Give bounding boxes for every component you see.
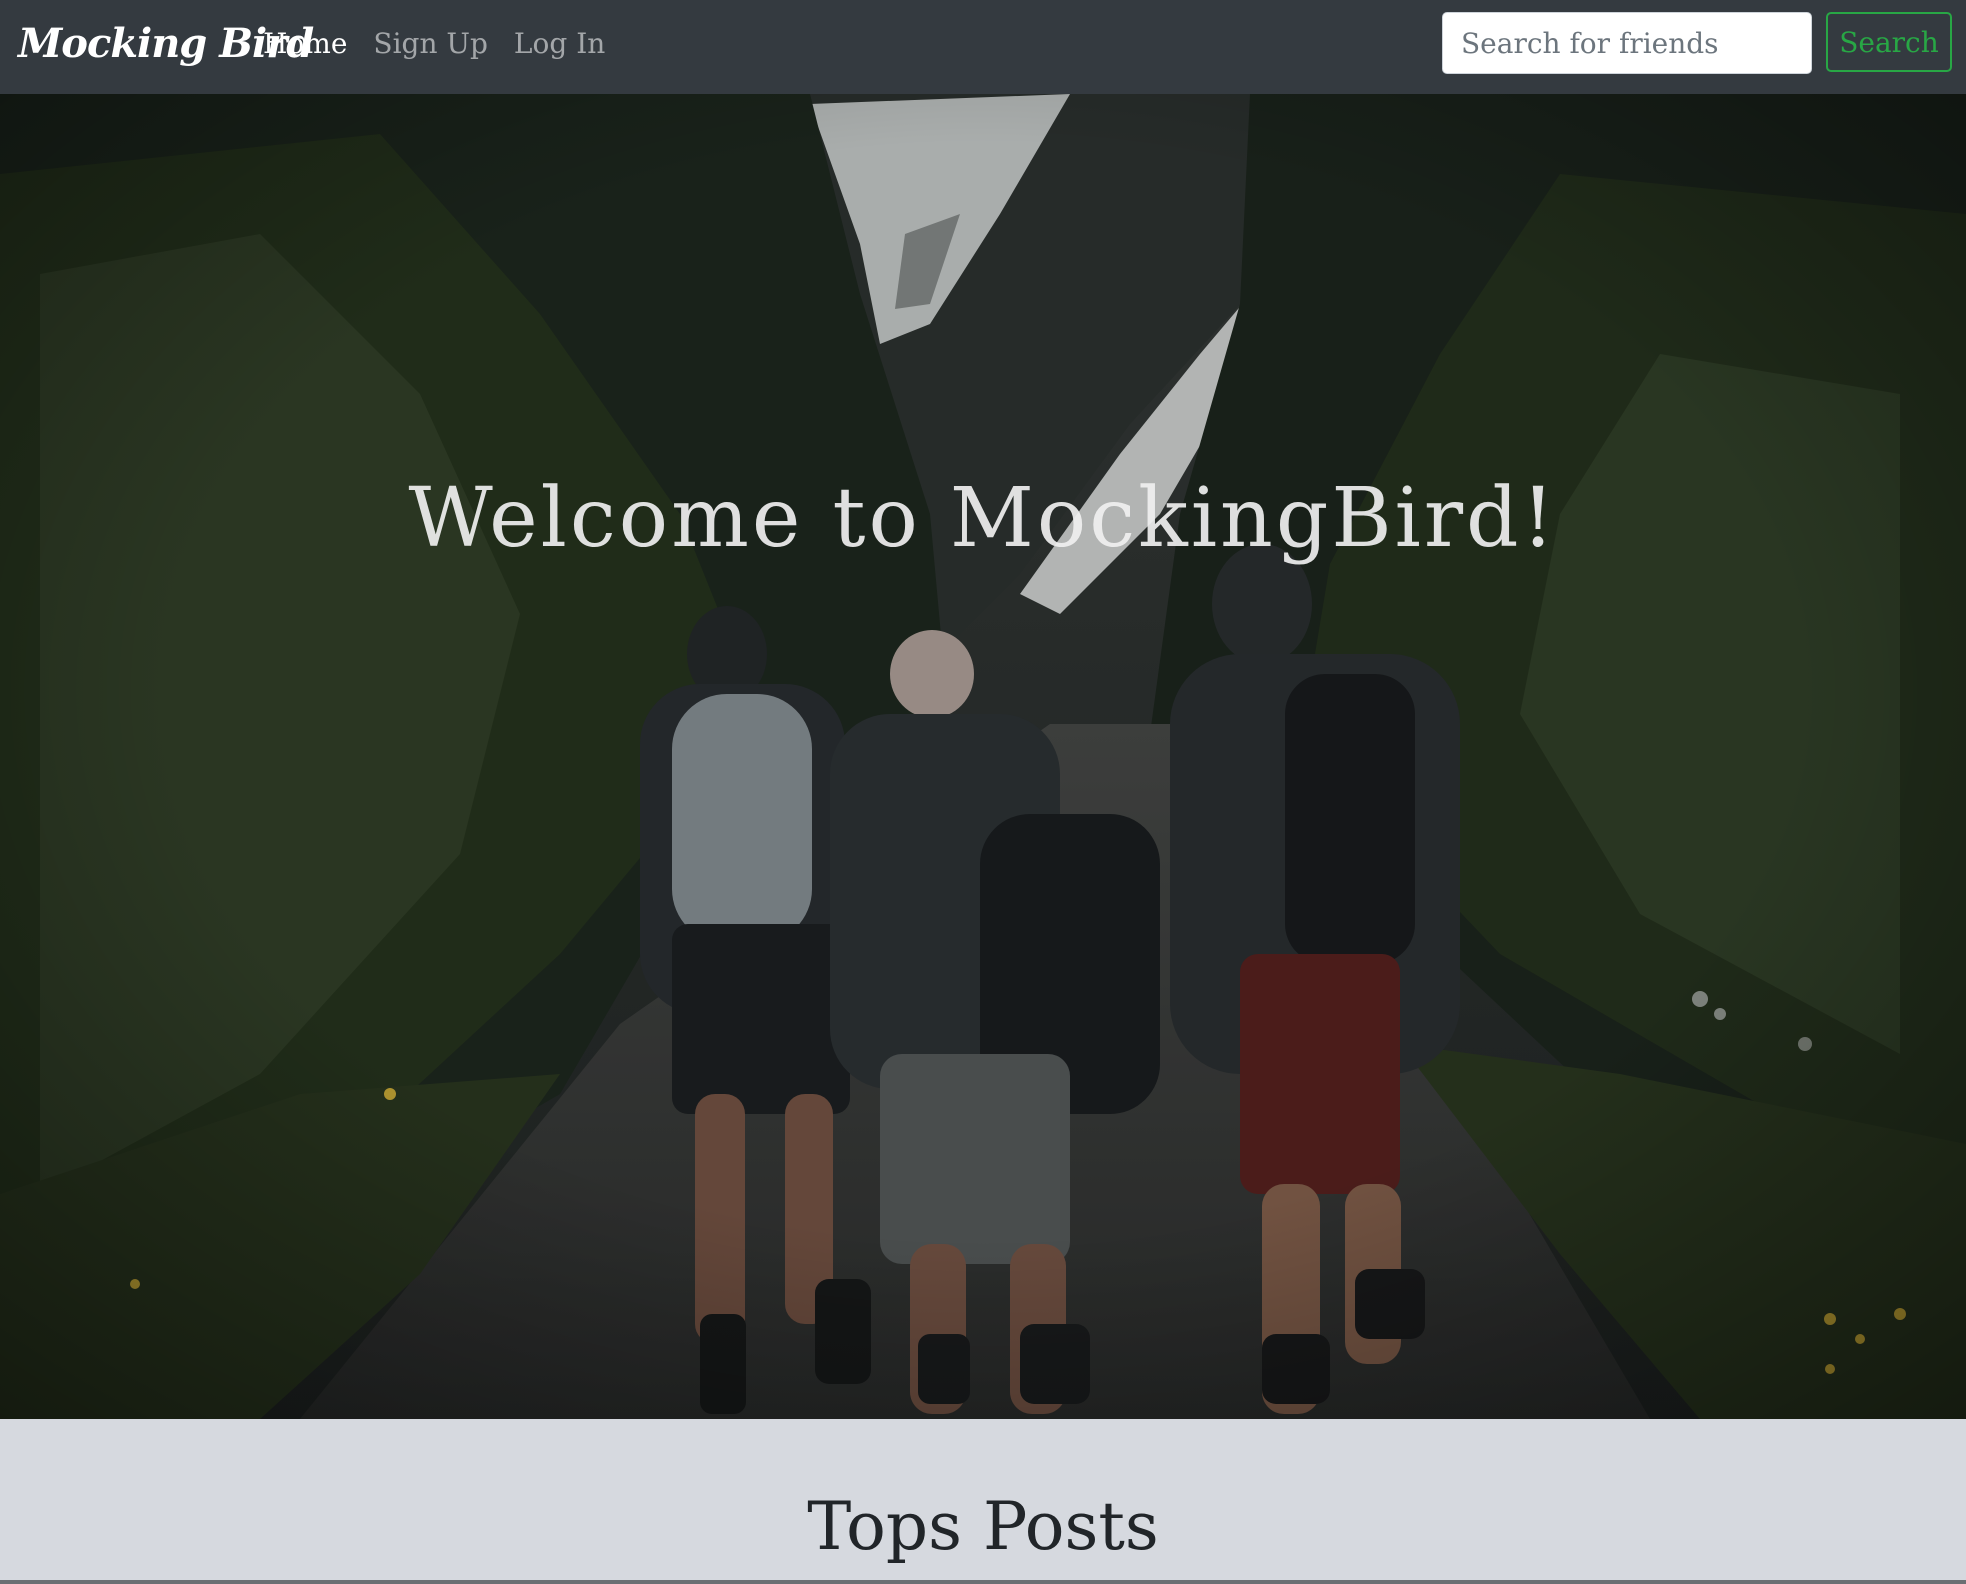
nav-links: Home Sign Up Log In <box>263 22 605 66</box>
top-navbar: Mocking Bird Home Sign Up Log In Search <box>0 0 1966 94</box>
friend-search-input[interactable] <box>1442 12 1812 74</box>
top-posts-heading: Tops Posts <box>807 1488 1159 1565</box>
nav-link-home[interactable]: Home <box>263 22 347 66</box>
hero-title: Welcome to MockingBird! <box>408 471 1558 566</box>
search-button[interactable]: Search <box>1826 12 1952 72</box>
hero-banner: Welcome to MockingBird! <box>0 94 1966 1419</box>
hero-background-photo <box>0 94 1966 1419</box>
nav-link-log-in[interactable]: Log In <box>514 22 605 66</box>
nav-link-sign-up[interactable]: Sign Up <box>373 22 488 66</box>
section-divider <box>0 1580 1966 1584</box>
top-posts-section: Tops Posts <box>0 1419 1966 1584</box>
